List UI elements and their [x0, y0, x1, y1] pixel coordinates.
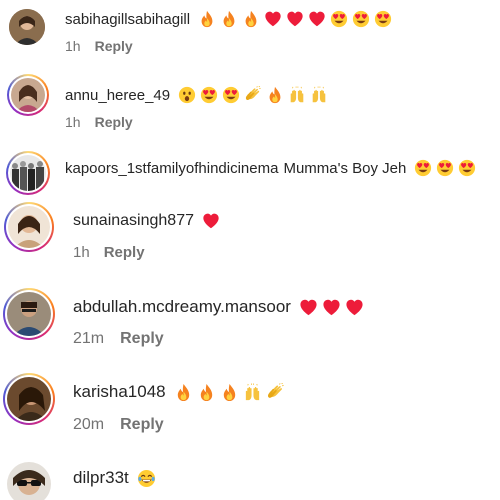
comment-username[interactable]: dilpr33t: [73, 468, 129, 488]
clap-emoji-icon: [266, 382, 285, 402]
comment-time: 1h: [73, 244, 90, 261]
comment-username[interactable]: annu_heree_49: [65, 87, 170, 104]
fire-emoji-icon: [220, 10, 238, 28]
heart-eyes-emoji-icon: [458, 159, 476, 177]
emoji-group: [137, 469, 156, 488]
comment-username[interactable]: abdullah.mcdreamy.mansoor: [73, 297, 291, 317]
fire-emoji-icon: [266, 86, 284, 104]
emoji-group: [202, 212, 220, 230]
heart-emoji-icon: [308, 10, 326, 28]
avatar[interactable]: [7, 462, 51, 500]
avatar[interactable]: [10, 155, 46, 191]
heart-emoji-icon: [322, 298, 341, 317]
reply-button[interactable]: Reply: [120, 330, 164, 348]
comment-time: 1h: [65, 38, 81, 54]
fire-emoji-icon: [242, 10, 260, 28]
reply-button[interactable]: Reply: [104, 244, 145, 261]
clap-emoji-icon: [244, 86, 262, 104]
raised-hands-emoji-icon: [310, 86, 328, 104]
heart-emoji-icon: [202, 212, 220, 230]
avatar[interactable]: [11, 78, 45, 112]
reply-button[interactable]: Reply: [95, 114, 133, 130]
astonished-emoji-icon: [178, 86, 196, 104]
fire-emoji-icon: [220, 383, 239, 402]
comments-list: sabihagillsabihagill 1h Reply annu_heree…: [0, 0, 500, 500]
fire-emoji-icon: [197, 383, 216, 402]
comment-username[interactable]: karisha1048: [73, 382, 166, 402]
reply-button[interactable]: Reply: [95, 38, 133, 54]
heart-eyes-emoji-icon: [414, 159, 432, 177]
emoji-group: [299, 298, 364, 317]
comment-username[interactable]: sabihagillsabihagill: [65, 11, 190, 28]
heart-eyes-emoji-icon: [330, 10, 348, 28]
avatar[interactable]: [7, 292, 51, 336]
heart-emoji-icon: [264, 10, 282, 28]
avatar[interactable]: [7, 377, 51, 421]
heart-emoji-icon: [286, 10, 304, 28]
heart-eyes-emoji-icon: [222, 86, 240, 104]
joy-emoji-icon: [137, 469, 156, 488]
heart-eyes-emoji-icon: [436, 159, 454, 177]
fire-emoji-icon: [198, 10, 216, 28]
heart-eyes-emoji-icon: [374, 10, 392, 28]
comment-time: 21m: [73, 330, 105, 347]
comment-username[interactable]: kapoors_1stfamilyofhindicinema: [65, 160, 278, 177]
emoji-group: [178, 86, 328, 104]
comment-time: 1h: [65, 114, 81, 130]
fire-emoji-icon: [174, 383, 193, 402]
emoji-group: [414, 159, 476, 177]
avatar[interactable]: [8, 206, 50, 248]
heart-emoji-icon: [299, 298, 318, 317]
heart-eyes-emoji-icon: [200, 86, 218, 104]
heart-eyes-emoji-icon: [352, 10, 370, 28]
emoji-group: [198, 10, 392, 28]
heart-emoji-icon: [345, 298, 364, 317]
comment-text: Mumma's Boy Jeh: [283, 159, 407, 177]
raised-hands-emoji-icon: [288, 86, 306, 104]
comment-username[interactable]: sunainasingh877: [73, 212, 194, 230]
reply-button[interactable]: Reply: [120, 416, 164, 434]
avatar[interactable]: [9, 9, 45, 45]
comment-time: 20m: [73, 416, 105, 433]
raised-hands-emoji-icon: [243, 382, 262, 402]
emoji-group: [174, 382, 285, 402]
